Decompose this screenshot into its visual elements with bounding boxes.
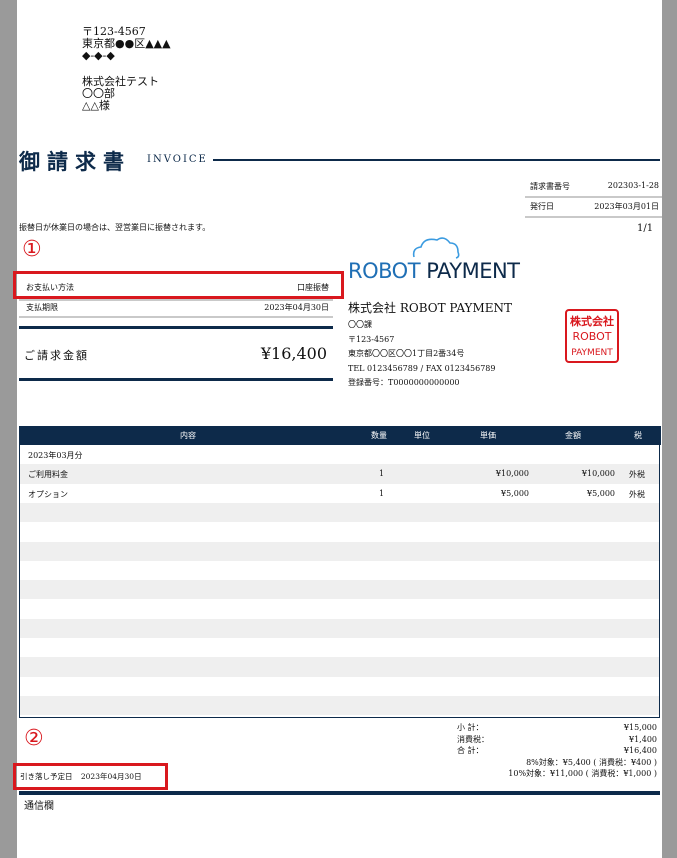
company-seal-stamp: 株式会社 ROBOT PAYMENT [564, 308, 620, 364]
page-title: 御請求書 [19, 149, 131, 174]
page-number: 1/1 [637, 223, 654, 234]
items-table: 内容 数量 単位 単価 金額 税 2023年03月分 ご利用料金 1 ¥10,0… [19, 426, 661, 718]
invoice-number-row: 請求書番号 202303-1-28 [525, 176, 662, 198]
tax-label: 消費税： [457, 734, 489, 744]
cell-tax: 外税 [629, 470, 645, 480]
payment-deadline-row: 支払期限 2023年04月30日 [19, 301, 333, 317]
cell-price: ¥10,000 [495, 469, 529, 479]
tax-value: ¥1,400 [629, 734, 657, 744]
debit-date-label: 引き落し予定日 [20, 772, 73, 781]
table-row [20, 541, 659, 561]
table-row [20, 522, 659, 541]
tax-breakdown-10: 10%対象：¥11,000 ( 消費税：¥1,000 ) [508, 769, 657, 778]
table-row [20, 580, 659, 600]
subtotal-value: ¥15,000 [623, 723, 657, 732]
table-row [20, 599, 659, 618]
summary-block: 小 計： ¥15,000 消費税： ¥1,400 合 計： ¥16,400 8%… [447, 722, 657, 782]
cell-qty: 1 [379, 488, 385, 498]
issuer-address: 東京都〇〇区〇〇1丁目2番34号 [348, 349, 465, 358]
total-amount: ¥16,400 [260, 344, 327, 363]
recipient-address2: ◆-◆-◆ [82, 49, 115, 62]
cell-price: ¥5,000 [501, 488, 529, 498]
header-tax: 税 [634, 431, 642, 440]
debit-date-value: 2023年04月30日 [80, 772, 142, 781]
robot-payment-logo: ROBOT PAYMENT [348, 235, 528, 285]
logo-text-robot: ROBOT [348, 259, 421, 283]
issuer-section: 〇〇課 [348, 320, 372, 329]
annotation-marker-2: ② [24, 726, 44, 751]
issue-date-row: 発行日 2023年03月01日 [525, 196, 662, 218]
table-row [20, 561, 659, 580]
invoice-number-label: 請求書番号 [530, 182, 570, 191]
issuer-tel-fax: TEL 0123456789 / FAX 0123456789 [348, 363, 496, 373]
memo-divider [19, 791, 660, 795]
table-row: ご利用料金 1 ¥10,000 ¥10,000 外税 [20, 464, 659, 484]
payment-deadline-label: 支払期限 [26, 303, 58, 312]
debit-date: 引き落し予定日 2023年04月30日 [20, 771, 142, 782]
page-subtitle: INVOICE [147, 154, 208, 165]
table-header: 内容 数量 単位 単価 金額 税 [20, 426, 661, 445]
grand-total-label: 合 計： [457, 746, 484, 755]
header-unit: 単位 [414, 431, 430, 440]
table-row [20, 618, 659, 638]
issue-date-label: 発行日 [530, 202, 554, 211]
cell-qty: 1 [379, 469, 385, 479]
cell-item: オプション [28, 489, 68, 499]
billing-period: 2023年03月分 [28, 451, 83, 460]
logo-text-payment: PAYMENT [426, 259, 520, 283]
cell-amount: ¥10,000 [581, 469, 615, 479]
title-divider [213, 159, 660, 161]
issuer-postal: 〒123-4567 [348, 334, 395, 344]
annotation-marker-1: ① [22, 237, 42, 262]
cell-item: ご利用料金 [28, 470, 68, 480]
cell-tax: 外税 [629, 489, 645, 499]
notice-text: 振替日が休業日の場合は、翌営業日に振替されます。 [19, 223, 211, 232]
tax-breakdown-8: 8%対象：¥5,400 ( 消費税：¥400 ) [526, 757, 657, 767]
divider [19, 316, 333, 318]
table-row [20, 695, 659, 716]
table-row: オプション 1 ¥5,000 ¥5,000 外税 [20, 484, 659, 503]
issue-date-value: 2023年03月01日 [594, 202, 659, 211]
total-top-rule [19, 326, 333, 329]
invoice-number-value: 202303-1-28 [607, 181, 659, 190]
table-row [20, 677, 659, 696]
header-qty: 数量 [371, 431, 387, 440]
recipient-address: 〒123-4567 東京都●●区▲▲▲ ◆-◆-◆ 株式会社テスト 〇〇部 △△… [82, 26, 171, 112]
svg-text:PAYMENT: PAYMENT [571, 348, 613, 358]
table-row [20, 638, 659, 657]
header-amount: 金額 [565, 431, 581, 440]
table-row [20, 657, 659, 677]
memo-label: 通信欄 [24, 801, 54, 812]
total-bottom-rule [19, 378, 333, 381]
grand-total-value: ¥16,400 [623, 746, 657, 755]
header-item: 内容 [180, 431, 196, 440]
svg-text:株式会社: 株式会社 [570, 314, 614, 328]
invoice-page: 〒123-4567 東京都●●区▲▲▲ ◆-◆-◆ 株式会社テスト 〇〇部 △△… [13, 0, 662, 858]
highlight-box-1 [13, 271, 344, 299]
cell-amount: ¥5,000 [587, 488, 615, 498]
issuer-registration: 登録番号：T0000000000000 [348, 378, 460, 387]
issuer-company: 株式会社 ROBOT PAYMENT [348, 301, 513, 315]
subtotal-label: 小 計： [457, 723, 484, 732]
total-label: ご請求金額 [24, 349, 89, 362]
header-price: 単価 [480, 431, 496, 440]
svg-text:ROBOT: ROBOT [572, 330, 611, 343]
table-row [20, 502, 659, 523]
recipient-name: △△様 [82, 99, 110, 112]
payment-deadline-value: 2023年04月30日 [264, 303, 329, 312]
table-row: 2023年03月分 [20, 445, 659, 464]
issuer-info: 〇〇課 〒123-4567 東京都〇〇区〇〇1丁目2番34号 TEL 01234… [348, 318, 495, 391]
